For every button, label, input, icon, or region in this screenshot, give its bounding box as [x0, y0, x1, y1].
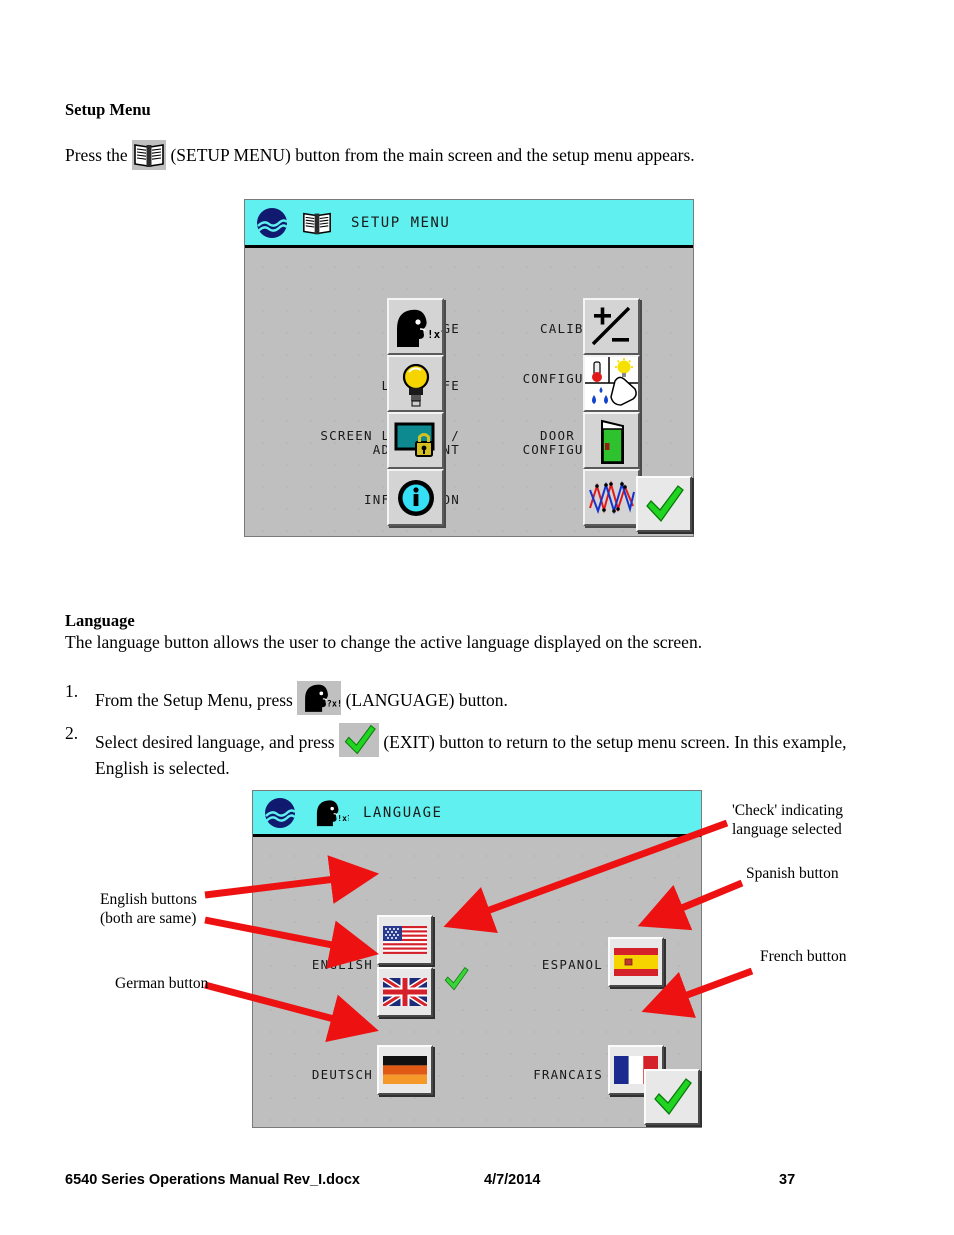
setup-menu-title-bar: SETUP MENU [245, 200, 693, 248]
step-2-number: 2. [65, 723, 79, 743]
setup-menu-screen[interactable]: SETUP MENU LANGUAGE !x? LAMP LIFE [244, 199, 694, 537]
plus-minus-icon [591, 306, 630, 345]
step-1-after: (LANGUAGE) button. [341, 690, 508, 710]
open-book-icon [132, 140, 167, 170]
english-us-button[interactable] [377, 915, 433, 965]
setup-calibration-button[interactable] [583, 298, 640, 355]
language-heading: Language [65, 611, 135, 630]
setup-menu-intro-paragraph: Press the (SETUP MENU) button from the m… [65, 140, 695, 170]
deutsch-button[interactable] [377, 1045, 433, 1095]
info-circle-icon [397, 479, 434, 516]
language-screen[interactable]: !x? LANGUAGE ENGLISH [252, 790, 702, 1128]
green-check-icon [338, 723, 379, 757]
language-title-bar: !x? LANGUAGE [253, 791, 701, 837]
svg-text:!x?: !x? [427, 328, 442, 341]
green-check-icon [654, 1078, 692, 1116]
language-title: LANGUAGE [363, 804, 443, 821]
configuration-hand-icon [585, 357, 638, 410]
language-intro-paragraph: The language button allows the user to c… [65, 632, 703, 652]
espanol-button[interactable] [608, 937, 664, 987]
deutsch-label: DEUTSCH [311, 1067, 373, 1082]
step-1-text: From the Setup Menu, press ?x! (LANGUAGE… [95, 681, 508, 715]
green-check-icon [646, 485, 684, 523]
footer-right: 37 [779, 1172, 796, 1188]
open-book-icon [301, 208, 333, 238]
english-uk-button[interactable] [377, 967, 433, 1017]
setup-intro-text-after: (SETUP MENU) button from the main screen… [166, 145, 695, 165]
setup-language-button[interactable]: !x? [387, 298, 444, 355]
language-selected-check-icon [441, 965, 471, 993]
setup-exit-button[interactable] [636, 476, 692, 532]
setup-menu-body: LANGUAGE !x? LAMP LIFE [245, 248, 693, 535]
step-2-text: Select desired language, and press (EXIT… [95, 723, 855, 780]
talking-head-icon: ?x! [297, 681, 342, 715]
svg-text:?x!: ?x! [327, 700, 341, 710]
german-callout: German button [115, 975, 209, 992]
step-1-number: 1. [65, 681, 79, 701]
language-exit-button[interactable] [644, 1069, 700, 1125]
document-page: Setup Menu Press the (SETUP MENU) button… [0, 0, 954, 1235]
english-label: ENGLISH [311, 957, 373, 972]
setup-intro-text-before: Press the [65, 145, 133, 165]
footer-left: 6540 Series Operations Manual Rev_I.docx [65, 1172, 360, 1188]
setup-door-switch-button[interactable] [583, 412, 640, 469]
footer-center: 4/7/2014 [484, 1172, 541, 1188]
spanish-callout: Spanish button [746, 865, 839, 882]
setup-information-button[interactable] [387, 469, 444, 526]
setup-graph-button[interactable] [583, 469, 640, 526]
talking-head-icon: !x? [396, 309, 442, 347]
zigzag-graph-icon [588, 479, 635, 514]
step-1-before: From the Setup Menu, press [95, 690, 298, 710]
setup-menu-heading: Setup Menu [65, 100, 151, 119]
english-callout: English buttons (both are same) [100, 891, 197, 927]
svg-text:!x?: !x? [337, 814, 349, 823]
us-flag-icon [383, 926, 427, 954]
language-body: ENGLISH ESPANOL DEUTSCH FRANCAIS [253, 837, 701, 1126]
setup-configuration-menu-button[interactable] [583, 355, 640, 412]
green-door-icon [600, 419, 624, 464]
spain-flag-icon [614, 948, 658, 976]
wave-logo-icon [263, 796, 297, 830]
setup-menu-title: SETUP MENU [351, 214, 451, 231]
francais-label: FRANCAIS [533, 1067, 603, 1082]
espanol-label: ESPANOL [541, 957, 603, 972]
wave-logo-icon [255, 206, 289, 240]
germany-flag-icon [383, 1056, 427, 1084]
talking-head-icon: !x? [311, 797, 352, 829]
check-callout: 'Check' indicating language selected [732, 802, 844, 838]
step-2-before: Select desired language, and press [95, 732, 339, 752]
uk-flag-icon [383, 978, 427, 1006]
french-callout: French button [760, 948, 847, 965]
